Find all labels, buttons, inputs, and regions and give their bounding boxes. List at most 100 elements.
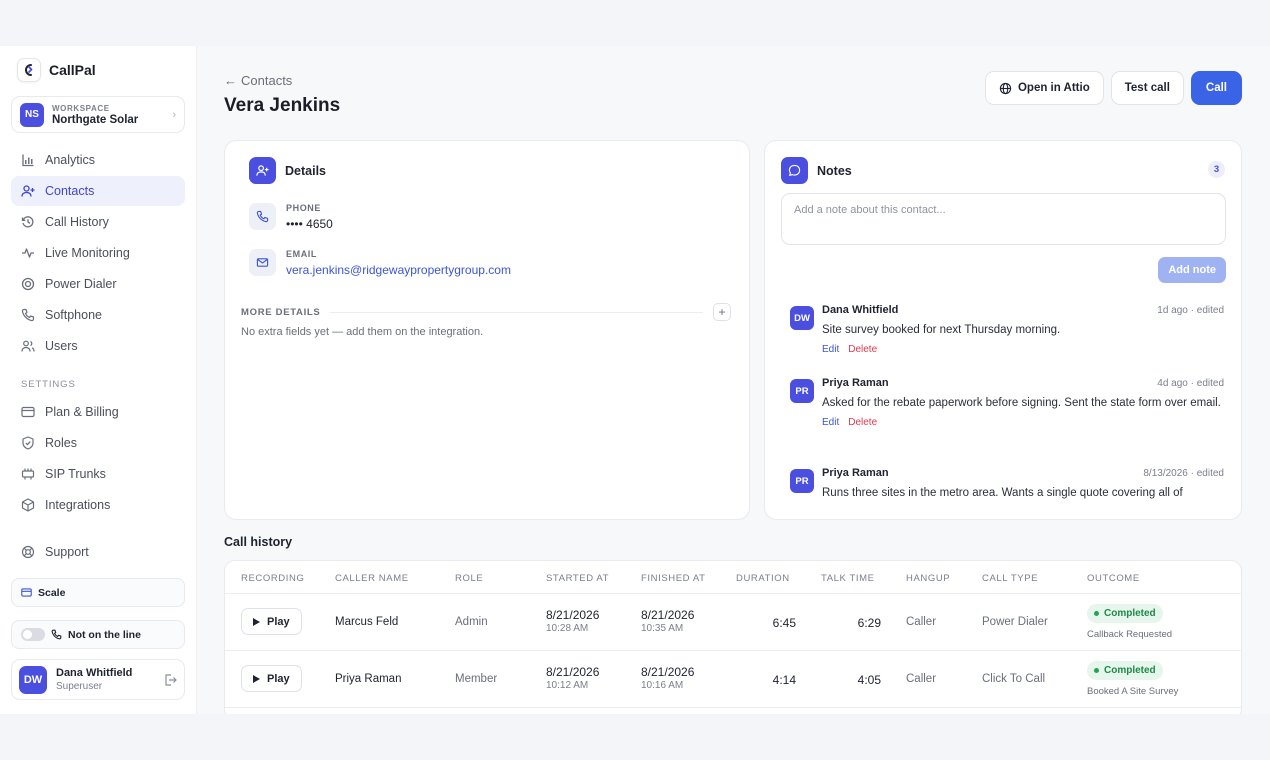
date: 8/21/2026	[641, 608, 695, 622]
sidebar-item-users[interactable]: Users	[11, 331, 185, 361]
back-link[interactable]: ← Contacts	[224, 73, 292, 88]
sidebar-item-plan-billing[interactable]: Plan & Billing	[11, 397, 185, 427]
call-history-table: RECORDING CALLER NAME ROLE STARTED AT FI…	[224, 560, 1242, 714]
finished-at: 8/21/2026 10:35 AM	[641, 608, 694, 634]
date: 8/21/2026	[641, 665, 695, 679]
status-badge: Completed	[1087, 661, 1163, 680]
play-label: Play	[267, 615, 290, 628]
sidebar-item-label: Support	[45, 545, 89, 559]
user-profile[interactable]: DW Dana Whitfield Superuser	[11, 659, 185, 700]
play-recording-button[interactable]: Play	[241, 665, 302, 692]
workspace-switcher[interactable]: NS WORKSPACE Northgate Solar ›	[11, 96, 185, 133]
logout-icon[interactable]	[163, 673, 177, 687]
plan-indicator[interactable]: Scale	[11, 578, 185, 607]
support-nav: Support	[11, 537, 185, 568]
header-actions: Open in Attio Test call Call	[984, 71, 1242, 105]
time: 10:16 AM	[641, 680, 684, 691]
time: 10:35 AM	[641, 623, 684, 634]
sidebar-item-contacts[interactable]: Contacts	[11, 176, 185, 206]
brand[interactable]: CallPal	[17, 58, 96, 82]
date: 8/21/2026	[546, 665, 600, 679]
email-label: EMAIL	[286, 249, 317, 259]
sidebar-item-support[interactable]: Support	[11, 537, 185, 567]
call-button[interactable]: Call	[1190, 71, 1242, 105]
column-header: CALLER NAME	[335, 573, 409, 584]
sidebar: CallPal NS WORKSPACE Northgate Solar › A…	[0, 46, 197, 714]
add-note-button[interactable]: Add note	[1158, 257, 1226, 283]
divider	[330, 311, 703, 313]
play-label: Play	[267, 672, 290, 685]
details-card: Details PHONE •••• 4650 EMAIL vera.jenki…	[224, 140, 750, 520]
column-header: TALK TIME	[821, 573, 875, 584]
note-delete-link[interactable]: Delete	[848, 344, 877, 355]
avatar: DW	[19, 665, 47, 694]
bar-chart-icon	[22, 154, 34, 167]
time: 10:28 AM	[546, 623, 589, 634]
started-at: 8/21/2026 10:28 AM	[546, 608, 599, 634]
server-icon	[21, 468, 35, 480]
outcome: Completed Callback Requested	[1087, 604, 1172, 640]
note-author: Priya Raman	[822, 467, 889, 479]
talk-time: 6:29	[857, 616, 881, 630]
settings-section-label: SETTINGS	[21, 379, 76, 390]
sidebar-item-call-history[interactable]: Call History	[11, 207, 185, 237]
status-label: Completed	[1104, 608, 1156, 619]
sidebar-item-sip-trunks[interactable]: SIP Trunks	[11, 459, 185, 489]
note-text: Site survey booked for next Thursday mor…	[822, 324, 1061, 336]
sidebar-item-label: Integrations	[45, 498, 111, 512]
line-status-toggle[interactable]	[21, 628, 45, 641]
cube-icon	[21, 498, 35, 512]
status-label: Completed	[1104, 665, 1156, 676]
avatar: DW	[790, 306, 814, 330]
test-call-button[interactable]: Test call	[1110, 71, 1184, 105]
column-header: STARTED AT	[546, 573, 610, 584]
add-field-button[interactable]: +	[713, 303, 731, 321]
phone-icon	[21, 308, 35, 322]
note-input[interactable]	[781, 193, 1226, 245]
status-dot-icon	[1094, 668, 1099, 673]
status-dot-icon	[1094, 611, 1099, 616]
table-row[interactable]: Play Marcus Feld Admin 8/21/2026 10:28 A…	[225, 594, 1241, 651]
note-edit-link[interactable]: Edit	[822, 417, 839, 428]
details-title: Details	[285, 163, 326, 178]
play-recording-button[interactable]: Play	[241, 608, 302, 635]
user-plus-icon	[249, 157, 276, 184]
open-in-attio-label: Open in Attio	[1017, 82, 1090, 94]
note-item: PR Priya Raman 8/13/2026 · edited Runs t…	[790, 467, 1224, 502]
user-role: Superuser	[56, 681, 103, 692]
plan-label: Scale	[38, 586, 66, 599]
lifebuoy-icon	[21, 545, 35, 559]
status-badge: Completed	[1087, 604, 1163, 623]
note-edit-link[interactable]: Edit	[822, 344, 839, 355]
email-link[interactable]: vera.jenkins@ridgewaypropertygroup.com	[286, 263, 511, 277]
back-label: Contacts	[241, 73, 293, 88]
outcome-label: Booked A Site Survey	[1087, 686, 1179, 697]
column-header: CALL TYPE	[982, 573, 1039, 584]
credit-card-icon	[21, 588, 32, 597]
sidebar-item-roles[interactable]: Roles	[11, 428, 185, 458]
phone-icon	[51, 629, 62, 640]
play-icon	[253, 674, 260, 683]
sidebar-item-power-dialer[interactable]: Power Dialer	[11, 269, 185, 299]
sidebar-item-label: Power Dialer	[45, 277, 117, 291]
note-text: Asked for the rebate paperwork before si…	[822, 397, 1221, 409]
outcome-label: Callback Requested	[1087, 629, 1173, 640]
note-delete-link[interactable]: Delete	[848, 417, 877, 428]
sidebar-item-analytics[interactable]: Analytics	[11, 145, 185, 175]
more-details-label: MORE DETAILS	[241, 306, 321, 318]
note-time: 8/13/2026 · edited	[1143, 468, 1224, 479]
email-field: EMAIL vera.jenkins@ridgewaypropertygroup…	[249, 249, 511, 277]
note-text: Runs three sites in the metro area. Want…	[822, 487, 1183, 499]
sidebar-item-integrations[interactable]: Integrations	[11, 490, 185, 520]
phone-icon	[249, 203, 276, 230]
sidebar-item-label: Call History	[45, 215, 109, 229]
plus-icon: +	[718, 305, 726, 319]
table-row[interactable]: Play Priya Raman Member 8/21/2026 10:12 …	[225, 651, 1241, 708]
sidebar-item-softphone[interactable]: Softphone	[11, 300, 185, 330]
app-window: CallPal NS WORKSPACE Northgate Solar › A…	[0, 46, 1270, 714]
users-icon	[21, 340, 35, 352]
open-in-attio-button[interactable]: Open in Attio	[984, 71, 1104, 105]
sidebar-item-live-monitoring[interactable]: Live Monitoring	[11, 238, 185, 268]
line-status[interactable]: Not on the line	[11, 620, 185, 649]
main-content: ← Contacts Vera Jenkins Open in Attio Te…	[224, 46, 1242, 714]
